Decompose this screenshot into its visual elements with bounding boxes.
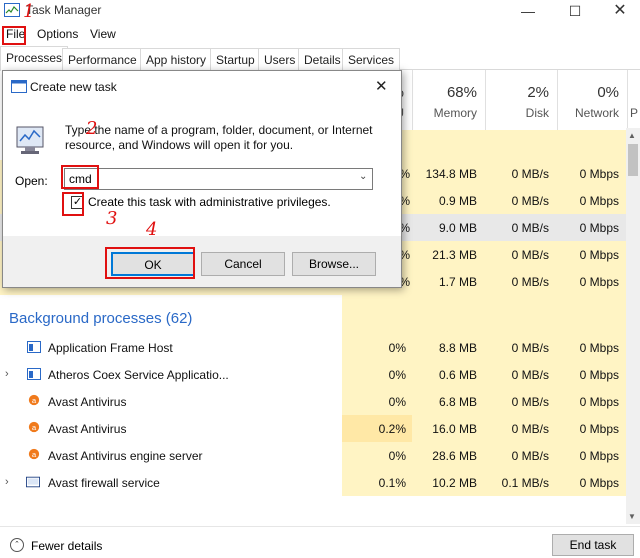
svg-text:a: a [32, 396, 37, 405]
column-network[interactable]: 0% Network [557, 70, 627, 130]
column-tint [342, 295, 626, 335]
annotation-number: 1 [23, 1, 35, 22]
memory-label: Memory [433, 106, 477, 120]
chevron-up-icon[interactable]: ˆ [10, 538, 24, 552]
tab-performance[interactable]: Performance [62, 48, 143, 70]
tab-startup[interactable]: Startup [210, 48, 261, 70]
table-row[interactable]: a Avast Antivirus 0% 6.8 MB 0 MB/s 0 Mbp… [0, 388, 628, 415]
annotation-box-input [61, 165, 99, 189]
firewall-icon [26, 476, 40, 488]
avast-icon: a [28, 421, 40, 433]
chevron-down-icon[interactable]: ⌄ [359, 171, 367, 182]
run-icon [11, 80, 27, 93]
scroll-down-icon[interactable]: ▼ [628, 512, 636, 521]
tab-users[interactable]: Users [258, 48, 302, 70]
maximize-button[interactable]: ☐ [562, 2, 588, 20]
column-power[interactable]: P [627, 70, 640, 130]
annotation-number: 3 [106, 208, 118, 229]
table-row[interactable]: › Avast firewall service 0.1% 10.2 MB 0.… [0, 469, 628, 496]
vertical-scrollbar[interactable]: ▲ ▼ [626, 128, 640, 524]
annotation-box-ok [105, 247, 195, 279]
column-disk[interactable]: 2% Disk [485, 70, 557, 130]
annotation-number: 4 [146, 219, 158, 240]
network-label: Network [574, 106, 619, 120]
avast-icon: a [28, 448, 40, 460]
expand-chevron-icon[interactable]: › [5, 368, 9, 380]
background-processes-header: Background processes (62) [9, 310, 193, 327]
scroll-up-icon[interactable]: ▲ [628, 131, 636, 140]
avast-icon: a [28, 394, 40, 406]
app-frame-icon [27, 341, 41, 353]
window-title: Task Manager [26, 3, 102, 17]
tab-strip: Processes Performance App history Startu… [0, 46, 640, 71]
annotation-box-file [2, 26, 26, 45]
admin-privileges-label: Create this task with administrative pri… [88, 195, 331, 209]
tab-details[interactable]: Details [298, 48, 347, 70]
task-manager-icon [4, 3, 20, 17]
fewer-details-link[interactable]: Fewer details [31, 539, 102, 553]
open-label: Open: [15, 174, 48, 188]
menu-view[interactable]: View [90, 27, 116, 41]
table-row[interactable]: Application Frame Host 0% 8.8 MB 0 MB/s … [0, 334, 628, 361]
scroll-thumb[interactable] [628, 144, 638, 176]
expand-chevron-icon[interactable]: › [5, 476, 9, 488]
table-row[interactable]: a Avast Antivirus 0.2% 16.0 MB 0 MB/s 0 … [0, 415, 628, 442]
menu-bar: File Options View [0, 24, 640, 46]
network-percent: 0% [597, 84, 619, 101]
table-row[interactable]: › Atheros Coex Service Applicatio... 0% … [0, 361, 628, 388]
atheros-icon [27, 368, 41, 380]
svg-text:a: a [32, 450, 37, 459]
tab-app-history[interactable]: App history [140, 48, 213, 70]
column-memory[interactable]: 68% Memory [412, 70, 485, 130]
close-button[interactable]: ✕ [607, 2, 633, 20]
tab-processes[interactable]: Processes [0, 46, 69, 71]
disk-label: Disk [525, 106, 549, 120]
minimize-button[interactable]: — [515, 2, 541, 20]
memory-percent: 68% [446, 84, 477, 101]
dialog-title: Create new task [30, 80, 117, 94]
table-row[interactable]: a Avast Antivirus engine server 0% 28.6 … [0, 442, 628, 469]
annotation-box-checkbox [62, 192, 84, 216]
tab-services[interactable]: Services [342, 48, 401, 70]
menu-options[interactable]: Options [37, 27, 78, 41]
title-bar: Task Manager — ☐ ✕ [0, 0, 640, 24]
run-program-icon [16, 126, 44, 154]
dialog-title-bar: Create new task ✕ [3, 71, 401, 102]
annotation-number: 2 [86, 118, 98, 139]
browse-button[interactable]: Browse... [292, 252, 376, 276]
dialog-close-icon[interactable]: ✕ [375, 77, 388, 95]
end-task-button[interactable]: End task [552, 534, 634, 556]
power-label: P [629, 106, 638, 120]
cancel-button[interactable]: Cancel [201, 252, 285, 276]
disk-percent: 2% [527, 84, 549, 101]
open-input[interactable]: cmd [64, 168, 373, 190]
svg-text:a: a [32, 423, 37, 432]
dialog-description: Type the name of a program, folder, docu… [65, 123, 373, 152]
footer-bar: ˆ Fewer details End task [0, 526, 640, 558]
